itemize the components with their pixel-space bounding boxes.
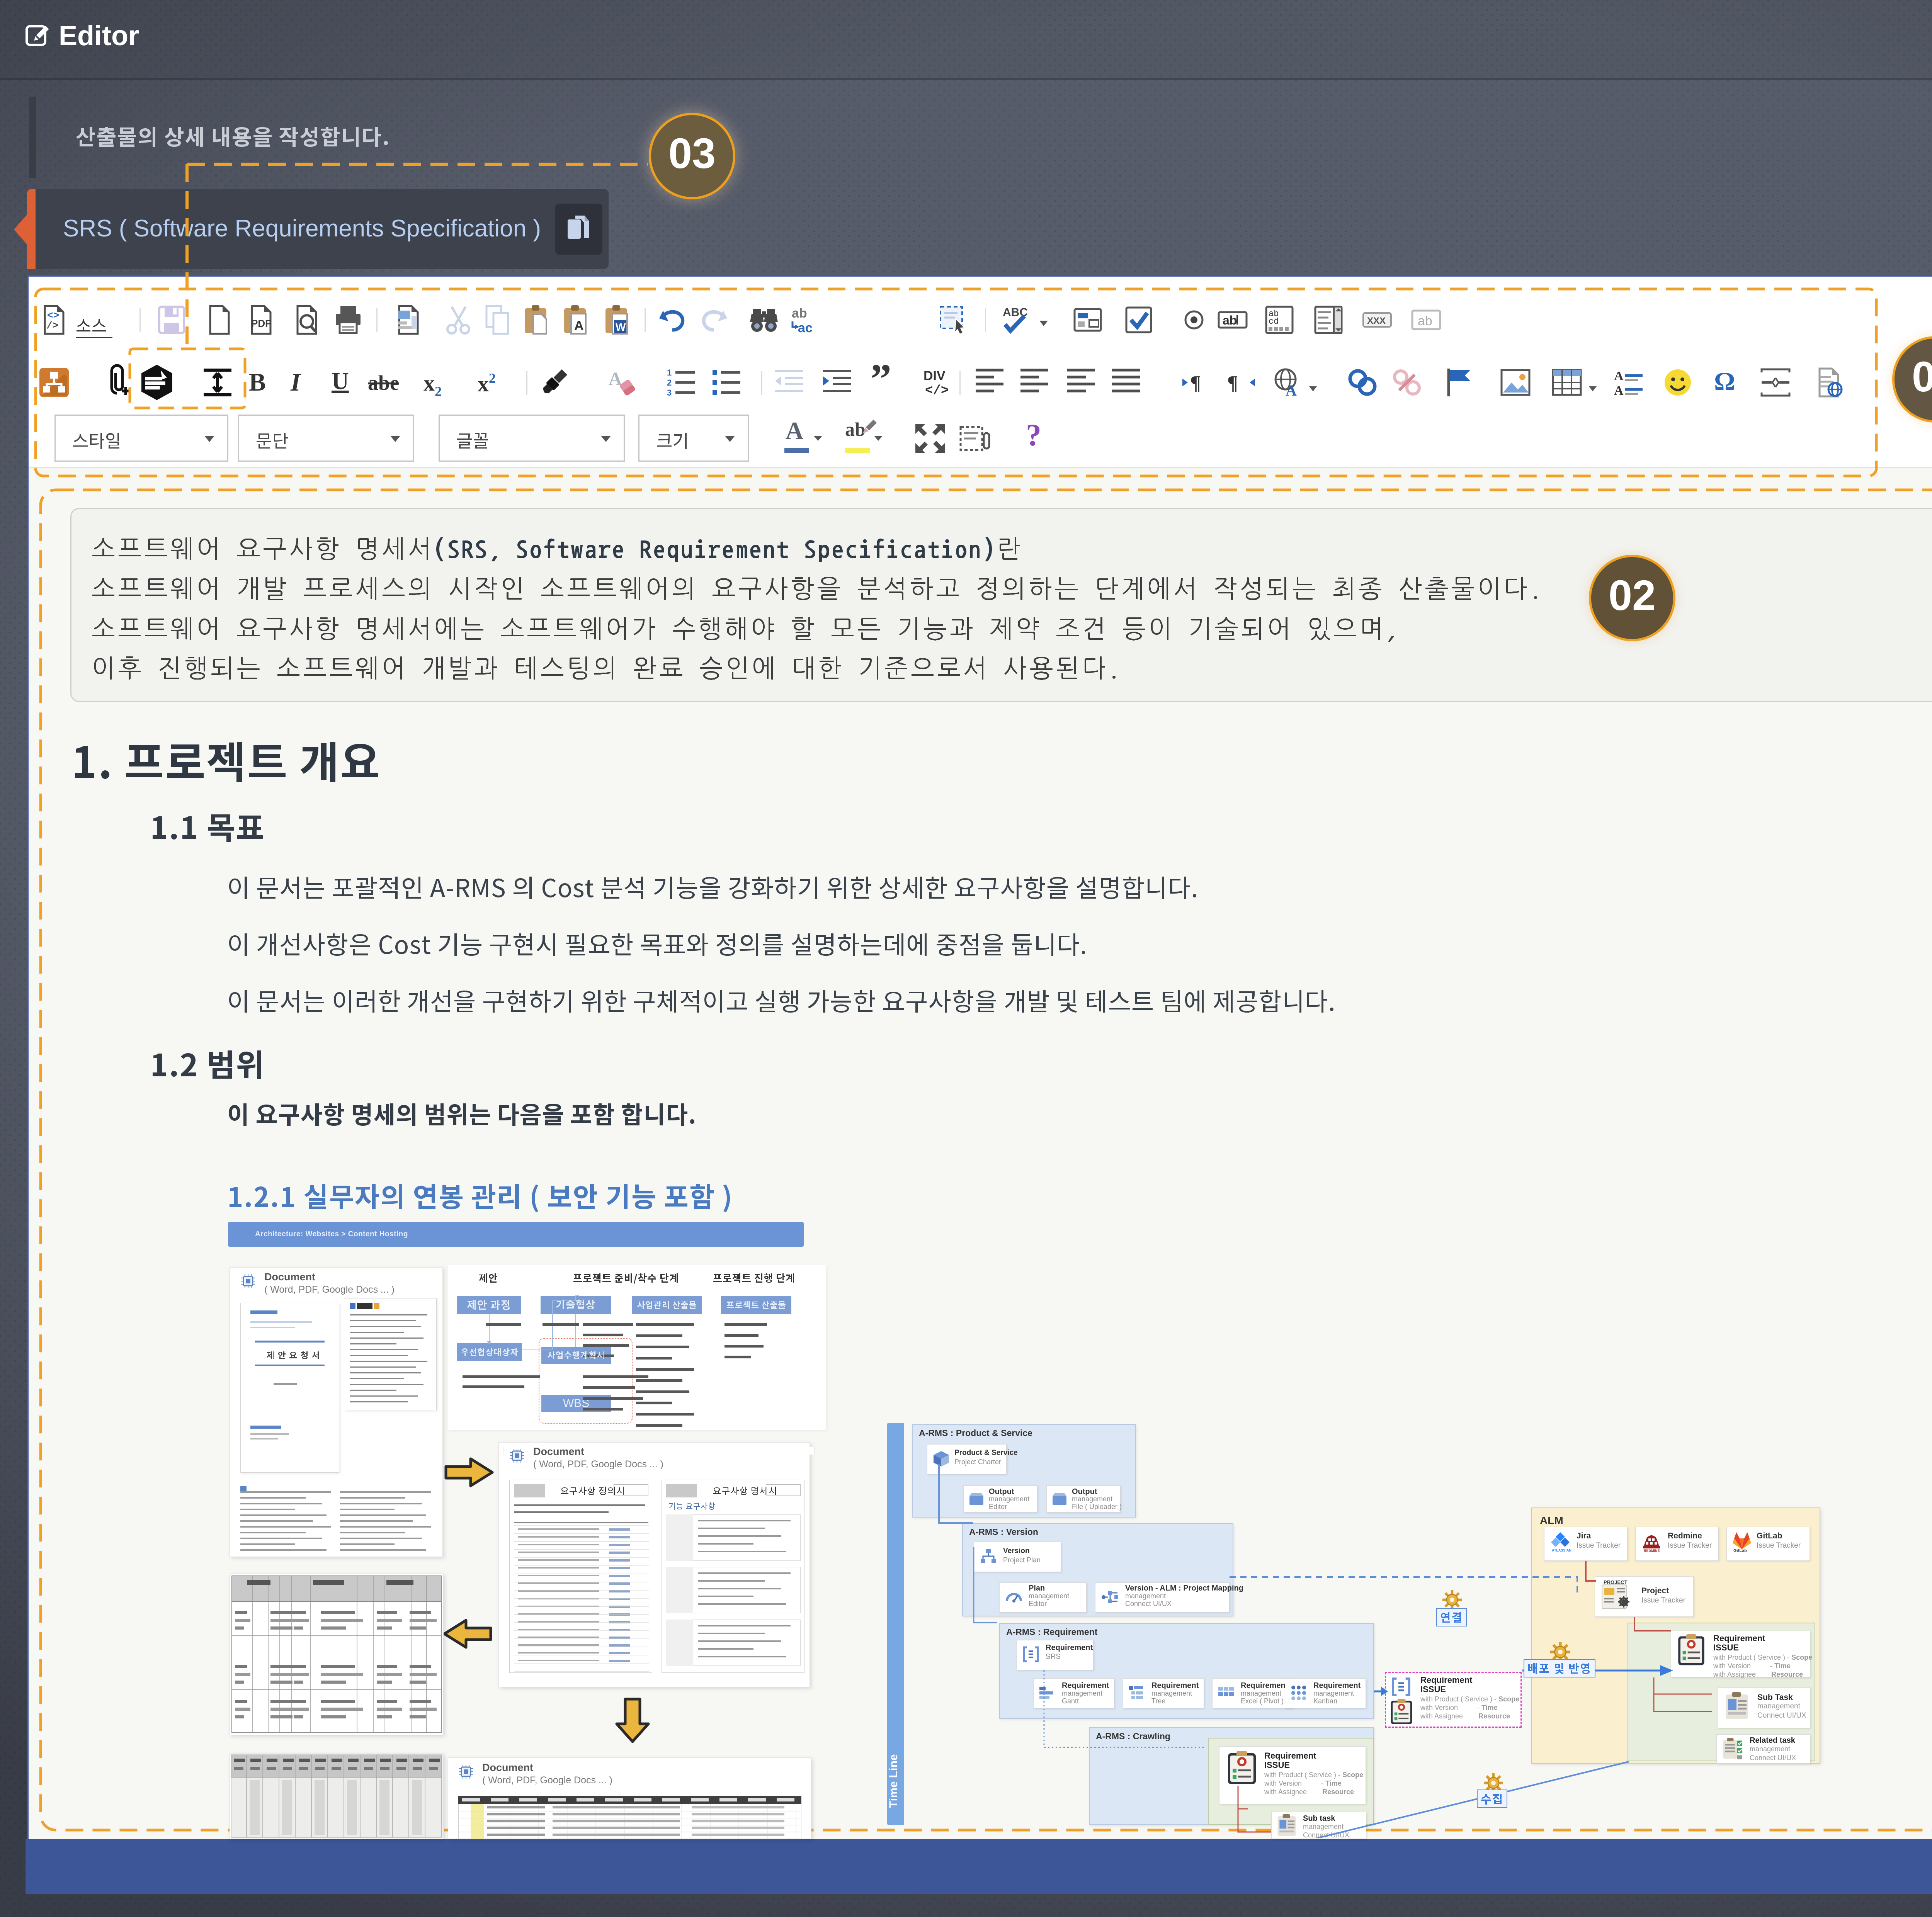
svg-text:GitLab: GitLab [1733, 1548, 1747, 1553]
svg-text:REDMINE: REDMINE [1644, 1549, 1660, 1553]
svg-text:ATLASSIAN: ATLASSIAN [1552, 1548, 1571, 1552]
